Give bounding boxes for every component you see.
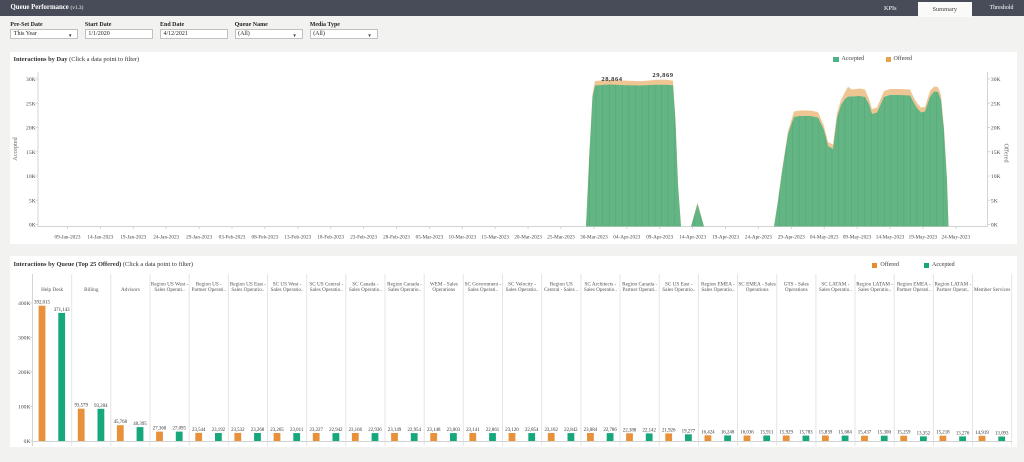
svg-text:22,786: 22,786 (603, 428, 617, 433)
svg-text:22,842: 22,842 (564, 428, 578, 433)
svg-text:15,783: 15,783 (799, 431, 813, 436)
svg-text:200K: 200K (18, 370, 30, 376)
svg-text:Help Desk: Help Desk (41, 287, 63, 293)
svg-text:15,300: 15,300 (877, 431, 891, 436)
svg-text:Sales Operatio..: Sales Operatio.. (310, 287, 343, 293)
svg-text:23,265: 23,265 (270, 428, 284, 433)
svg-text:Partner Operati..: Partner Operati.. (192, 287, 226, 293)
svg-text:23,544: 23,544 (192, 428, 206, 433)
svg-text:16,036: 16,036 (740, 431, 754, 436)
svg-text:22,854: 22,854 (525, 428, 539, 433)
svg-text:13,093: 13,093 (995, 432, 1009, 437)
svg-text:21,926: 21,926 (662, 428, 676, 433)
svg-text:22,388: 22,388 (623, 428, 637, 433)
svg-text:Sales Operatio..: Sales Operatio.. (584, 287, 617, 293)
svg-text:15,929: 15,929 (779, 431, 793, 436)
svg-text:Operations: Operations (432, 287, 455, 293)
svg-text:Sales Operatio..: Sales Operatio.. (819, 287, 852, 293)
svg-text:22,936: 22,936 (368, 428, 382, 433)
svg-text:23,102: 23,102 (544, 428, 558, 433)
svg-text:Central - Sales ..: Central - Sales .. (544, 287, 578, 293)
svg-text:27,095: 27,095 (172, 427, 186, 432)
svg-text:40,395: 40,395 (133, 422, 147, 427)
svg-text:15,911: 15,911 (760, 431, 774, 436)
svg-text:19,277: 19,277 (682, 429, 696, 434)
svg-text:13,352: 13,352 (917, 431, 931, 436)
svg-text:Operations: Operations (746, 287, 769, 293)
svg-text:22,861: 22,861 (486, 428, 500, 433)
svg-text:22,954: 22,954 (407, 428, 421, 433)
svg-text:Sales Operatio..: Sales Operatio.. (388, 287, 421, 293)
svg-text:22,942: 22,942 (329, 428, 343, 433)
svg-text:Partner Operati..: Partner Operati.. (897, 287, 931, 293)
svg-text:15,437: 15,437 (858, 431, 872, 436)
svg-text:Sales Operatio..: Sales Operatio.. (271, 287, 304, 293)
svg-text:23,011: 23,011 (290, 428, 304, 433)
svg-text:392,015: 392,015 (34, 301, 50, 306)
svg-text:Partner Operati..: Partner Operati.. (622, 287, 656, 293)
svg-text:23,532: 23,532 (231, 428, 245, 433)
svg-text:23,141: 23,141 (466, 428, 480, 433)
svg-text:23,227: 23,227 (309, 428, 323, 433)
svg-text:Sales Operatio..: Sales Operatio.. (701, 287, 734, 293)
svg-text:100K: 100K (18, 405, 30, 411)
svg-text:Sales Operati..: Sales Operati.. (154, 287, 184, 293)
svg-text:400K: 400K (18, 301, 30, 307)
svg-text:Sales Operatio..: Sales Operatio.. (231, 287, 264, 293)
svg-text:Member Services: Member Services (974, 287, 1010, 293)
svg-text:23,148: 23,148 (427, 428, 441, 433)
svg-text:Billing: Billing (84, 287, 99, 293)
svg-text:93,204: 93,204 (94, 404, 108, 409)
svg-text:Sales Operatio..: Sales Operatio.. (349, 287, 382, 293)
svg-text:23,120: 23,120 (505, 428, 519, 433)
svg-text:22,142: 22,142 (642, 428, 656, 433)
svg-text:0K: 0K (24, 439, 31, 445)
svg-text:Sales Operati..: Sales Operati.. (468, 287, 498, 293)
svg-text:93,579: 93,579 (74, 404, 88, 409)
svg-text:371,143: 371,143 (54, 308, 70, 313)
svg-text:14,919: 14,919 (975, 431, 989, 436)
svg-text:23,166: 23,166 (349, 428, 363, 433)
svg-text:Sales Operatio..: Sales Operatio.. (662, 287, 695, 293)
svg-text:Sales Operatio..: Sales Operatio.. (858, 287, 891, 293)
svg-text:Partner Operat..: Partner Operat.. (936, 287, 969, 293)
svg-text:Sales Operatio..: Sales Operatio.. (506, 287, 539, 293)
svg-text:Operations: Operations (785, 287, 808, 293)
svg-text:15,839: 15,839 (819, 431, 833, 436)
svg-text:23,003: 23,003 (447, 428, 461, 433)
svg-text:23,149: 23,149 (388, 428, 402, 433)
svg-text:23,268: 23,268 (251, 428, 265, 433)
svg-text:45,768: 45,768 (114, 420, 128, 425)
svg-text:15,684: 15,684 (838, 431, 852, 436)
svg-text:23,192: 23,192 (212, 428, 226, 433)
svg-text:23,084: 23,084 (584, 428, 598, 433)
svg-text:16,424: 16,424 (701, 430, 715, 435)
svg-text:16,248: 16,248 (721, 430, 735, 435)
svg-text:27,360: 27,360 (153, 427, 167, 432)
svg-text:15,218: 15,218 (936, 431, 950, 436)
svg-text:15,259: 15,259 (897, 431, 911, 436)
svg-text:300K: 300K (18, 335, 30, 341)
svg-text:Advisors: Advisors (121, 287, 140, 293)
svg-text:13,276: 13,276 (956, 431, 970, 436)
